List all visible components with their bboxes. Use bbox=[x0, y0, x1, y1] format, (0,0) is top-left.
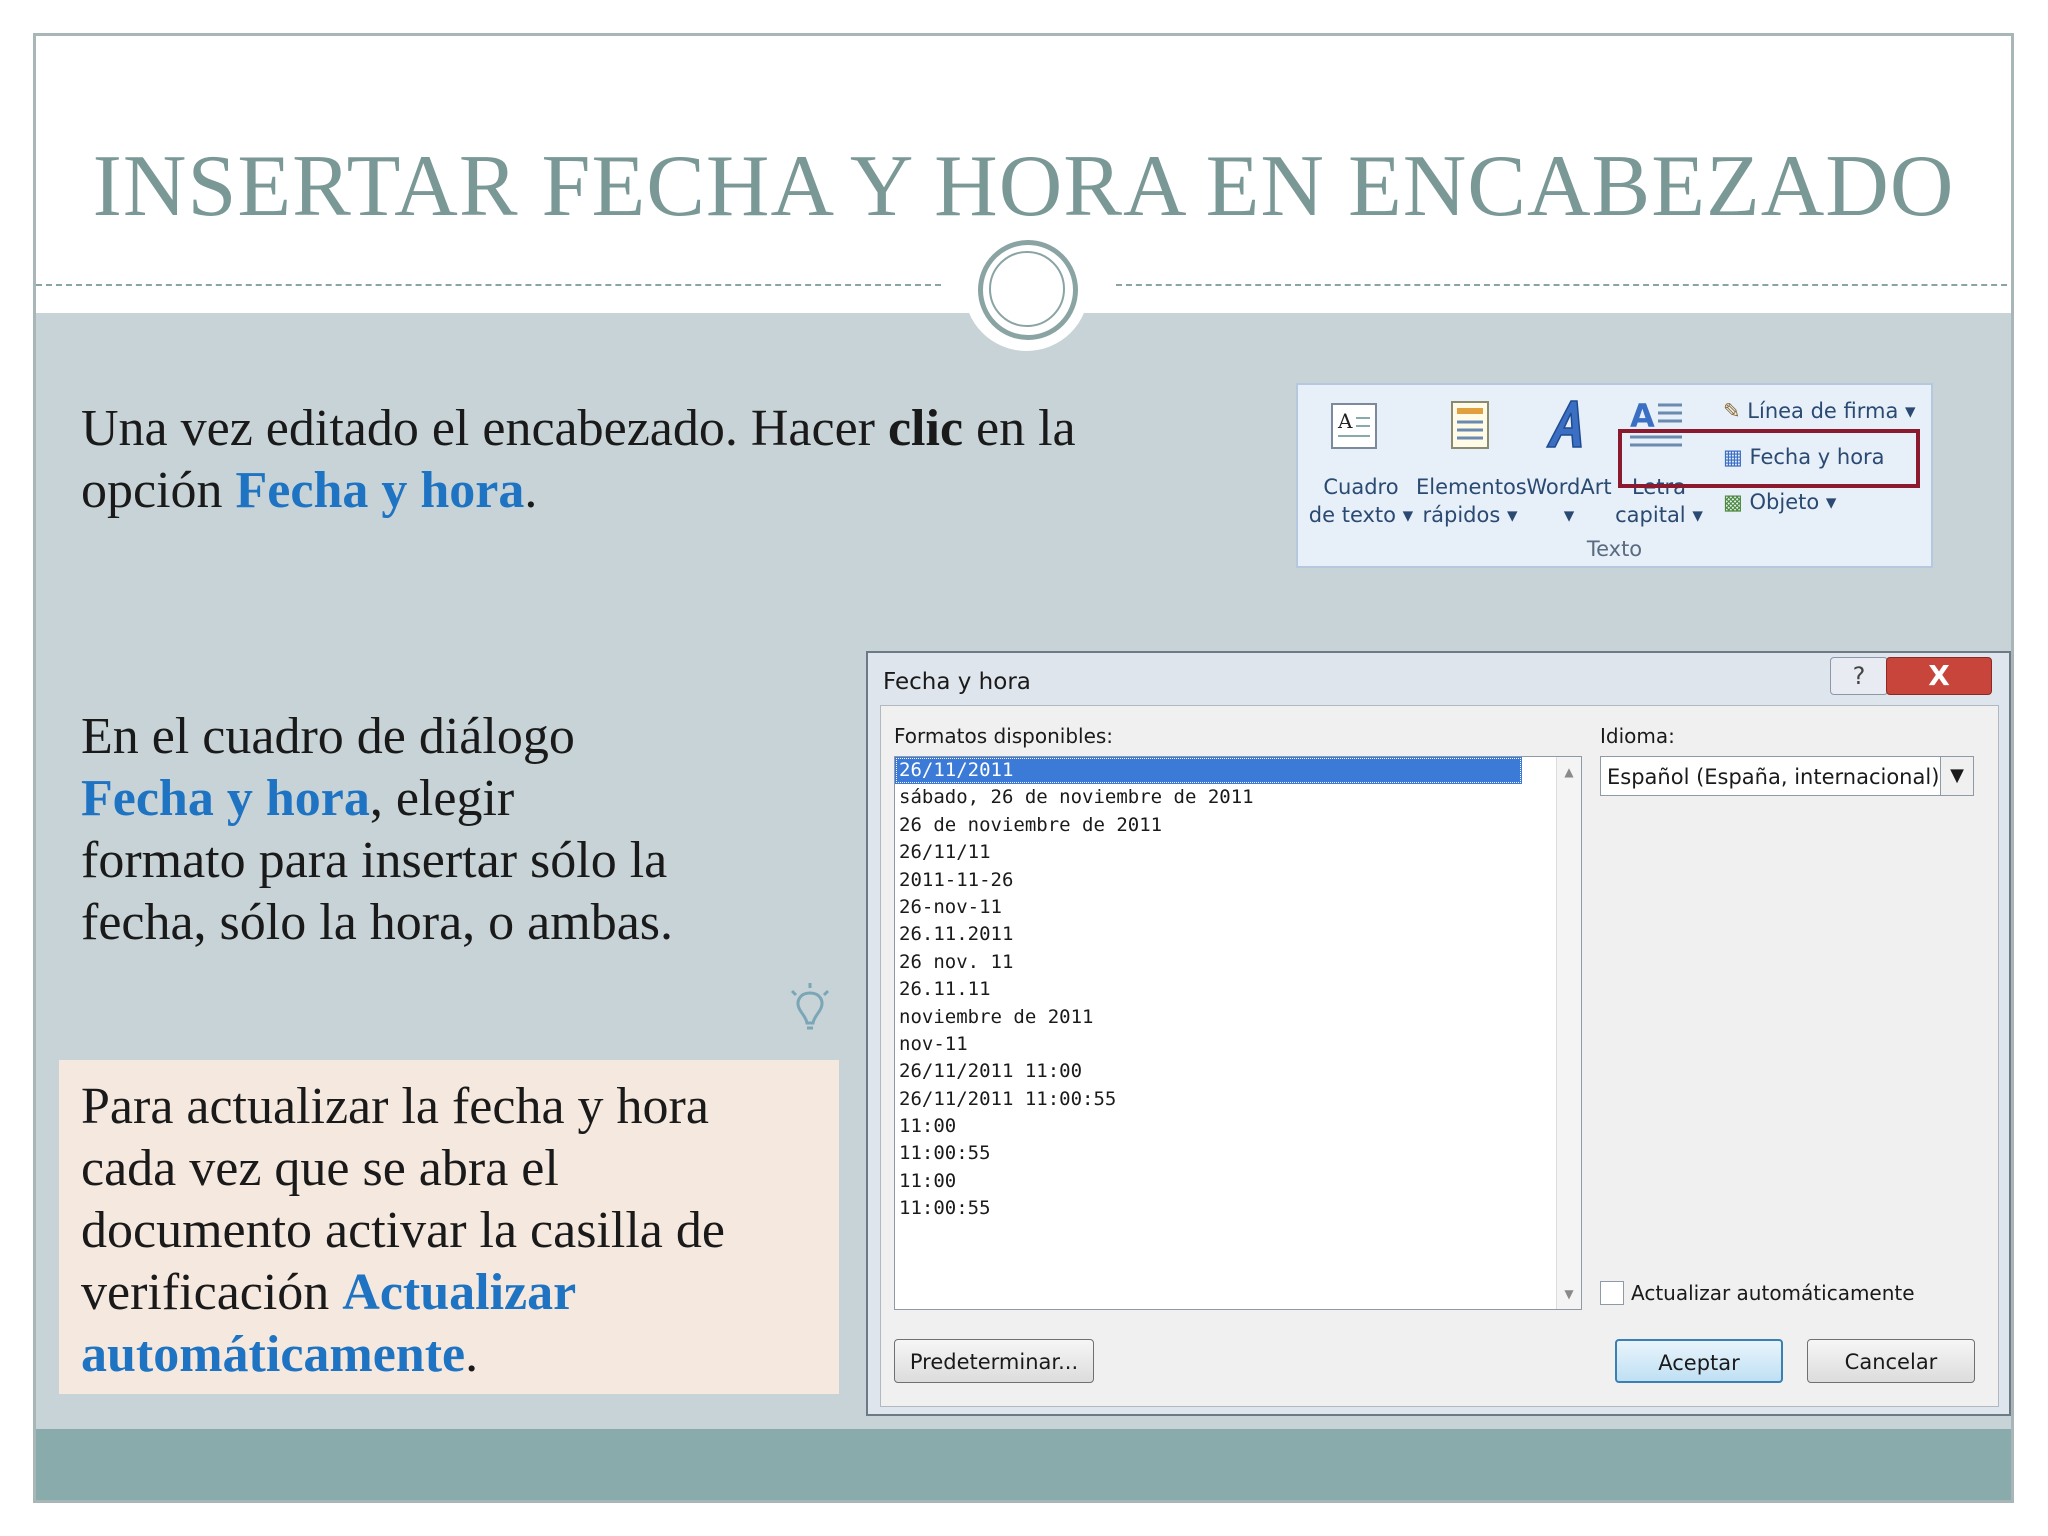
format-option[interactable]: 26/11/11 bbox=[895, 839, 1581, 866]
object-button[interactable]: ▩ Objeto ▾ bbox=[1723, 490, 1836, 514]
help-button[interactable]: ? bbox=[1830, 657, 1888, 695]
text-box-icon: A bbox=[1331, 403, 1377, 449]
slide-frame: INSERTAR FECHA Y HORA EN ENCABEZADO Una … bbox=[33, 33, 2014, 1503]
ok-button[interactable]: Aceptar bbox=[1615, 1339, 1783, 1383]
chevron-down-icon[interactable]: ▼ bbox=[1940, 757, 1973, 795]
signature-line-button[interactable]: ✎ Línea de firma ▾ bbox=[1723, 399, 1916, 423]
signature-line-icon: ✎ bbox=[1723, 399, 1741, 423]
format-option[interactable]: 26-nov-11 bbox=[895, 894, 1581, 921]
instruction-paragraph-1: Una vez editado el encabezado. Hacer cli… bbox=[81, 400, 1076, 519]
auto-update-checkbox[interactable] bbox=[1600, 1281, 1624, 1305]
format-option[interactable]: 11:00:55 bbox=[895, 1140, 1581, 1167]
format-option[interactable]: sábado, 26 de noviembre de 2011 bbox=[895, 784, 1581, 811]
ribbon-group-label: Texto bbox=[1586, 537, 1643, 561]
format-option[interactable]: 26.11.11 bbox=[895, 976, 1581, 1003]
format-option[interactable]: noviembre de 2011 bbox=[895, 1004, 1581, 1031]
formats-label: Formatos disponibles: bbox=[894, 724, 1114, 748]
scroll-down-arrow-icon[interactable]: ▼ bbox=[1557, 1287, 1581, 1301]
divider-right bbox=[1116, 284, 2011, 286]
wordart-icon bbox=[1545, 400, 1582, 448]
divider-ornament bbox=[964, 226, 1089, 351]
text-box-button[interactable]: Cuadro de texto ▾ bbox=[1306, 473, 1416, 529]
format-option[interactable]: nov-11 bbox=[895, 1031, 1581, 1058]
footer-bar bbox=[36, 1429, 2011, 1500]
format-option[interactable]: 26/11/2011 11:00 bbox=[895, 1058, 1581, 1085]
format-option[interactable]: 2011-11-26 bbox=[895, 867, 1581, 894]
dialog-title: Fecha y hora bbox=[883, 669, 1031, 695]
instruction-paragraph-2: En el cuadro de diálogo Fecha y hora, el… bbox=[81, 708, 674, 951]
auto-update-label[interactable]: Actualizar automáticamente bbox=[1631, 1281, 1915, 1305]
date-time-dialog: Fecha y hora ? X Formatos disponibles: 2… bbox=[866, 651, 2011, 1416]
default-button[interactable]: Predeterminar... bbox=[894, 1339, 1094, 1383]
format-option[interactable]: 26 nov. 11 bbox=[895, 949, 1581, 976]
scroll-up-arrow-icon[interactable]: ▲ bbox=[1557, 765, 1581, 779]
svg-text:A: A bbox=[1337, 409, 1353, 433]
highlight-box bbox=[1618, 429, 1920, 488]
tip-box: Para actualizar la fecha y hora cada vez… bbox=[59, 1060, 839, 1394]
cancel-button[interactable]: Cancelar bbox=[1807, 1339, 1975, 1383]
lightbulb-icon bbox=[790, 983, 830, 1030]
language-value: Español (España, internacional) bbox=[1607, 765, 1940, 789]
format-option[interactable]: 26/11/2011 11:00:55 bbox=[895, 1086, 1581, 1113]
listbox-scrollbar[interactable]: ▲ ▼ bbox=[1556, 757, 1581, 1309]
format-option[interactable]: 26/11/2011 bbox=[895, 757, 1522, 785]
ribbon-text-group: A Cuadro de texto ▾ Elementos rápidos ▾ Wo… bbox=[1296, 383, 1933, 568]
dialog-content: Formatos disponibles: 26/11/2011 sábado, … bbox=[880, 705, 1999, 1407]
close-button[interactable]: X bbox=[1886, 657, 1992, 695]
format-option[interactable]: 11:00:55 bbox=[895, 1195, 1581, 1222]
wordart-button[interactable]: WordArt ▾ bbox=[1524, 473, 1614, 529]
language-label: Idioma: bbox=[1600, 724, 1675, 748]
object-icon: ▩ bbox=[1723, 490, 1743, 514]
format-option[interactable]: 26.11.2011 bbox=[895, 921, 1581, 948]
language-select[interactable]: Español (España, internacional) ▼ bbox=[1600, 756, 1974, 796]
slide-title: INSERTAR FECHA Y HORA EN ENCABEZADO bbox=[92, 138, 1955, 235]
formats-listbox[interactable]: 26/11/2011 sábado, 26 de noviembre de 201… bbox=[894, 756, 1582, 1310]
format-option[interactable]: 11:00 bbox=[895, 1113, 1581, 1140]
format-option[interactable]: 11:00 bbox=[895, 1168, 1581, 1195]
quick-parts-button[interactable]: Elementos rápidos ▾ bbox=[1416, 473, 1527, 529]
divider-left bbox=[36, 284, 941, 286]
quick-parts-icon bbox=[1451, 401, 1489, 449]
format-option[interactable]: 26 de noviembre de 2011 bbox=[895, 812, 1581, 839]
